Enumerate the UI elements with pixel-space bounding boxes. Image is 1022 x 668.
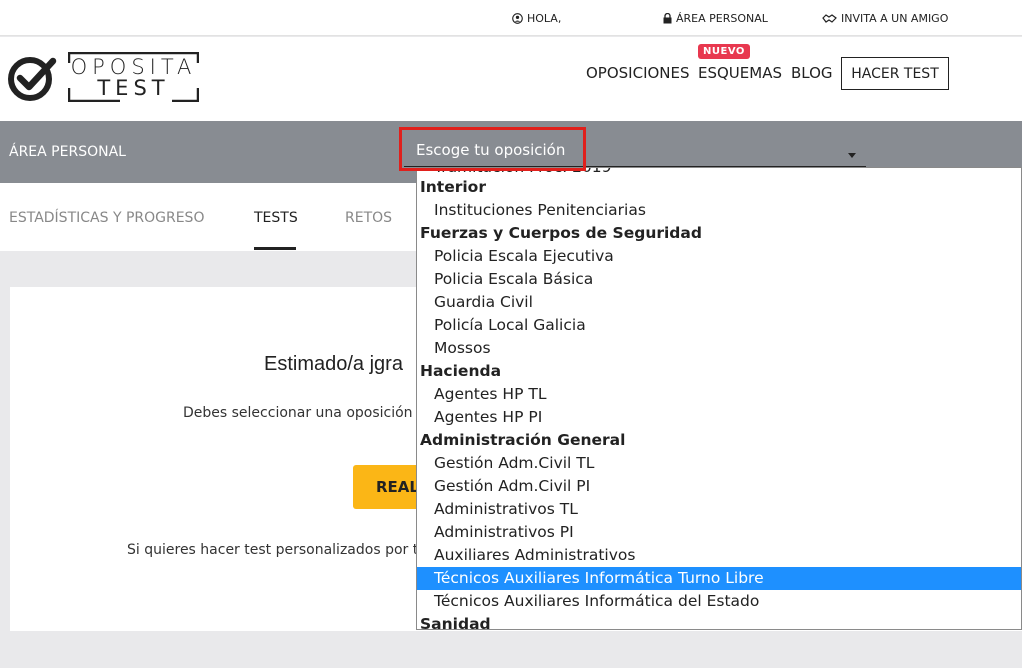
- nav-blog[interactable]: BLOG: [791, 64, 833, 82]
- dropdown-group: Hacienda: [420, 362, 502, 380]
- dropdown-option[interactable]: Instituciones Penitenciarias: [417, 199, 1021, 222]
- hola-label: HOLA,: [527, 12, 562, 25]
- dropdown-group: Interior: [420, 178, 486, 196]
- dropdown-group: Administración General: [420, 431, 626, 449]
- logo-wordmark[interactable]: OPOSITA TEST: [68, 52, 199, 102]
- logo-text-bottom: TEST: [97, 76, 170, 100]
- select-message: Debes seleccionar una oposición: [183, 405, 413, 421]
- dropdown-option[interactable]: Guardia Civil: [417, 291, 1021, 314]
- user-icon: [512, 13, 523, 24]
- hacer-test-button[interactable]: HACER TEST: [841, 57, 949, 90]
- dropdown-group: Fuerzas y Cuerpos de Seguridad: [420, 224, 702, 242]
- tab-estadisticas[interactable]: ESTADÍSTICAS Y PROGRESO: [9, 210, 204, 226]
- greeting-text: Estimado/a jgra: [264, 353, 403, 375]
- band-title: ÁREA PERSONAL: [9, 144, 126, 160]
- chevron-down-icon: [848, 153, 856, 158]
- dropdown-option[interactable]: Mossos: [417, 337, 1021, 360]
- area-personal-label: ÁREA PERSONAL: [676, 12, 768, 25]
- dropdown-option[interactable]: Administrativos PI: [417, 521, 1021, 544]
- nav-esquemas[interactable]: ESQUEMAS: [698, 64, 782, 82]
- top-utility-bar: HOLA, ÁREA PERSONAL INVITA A UN AMIGO: [0, 0, 1022, 36]
- dropdown-option[interactable]: Policia Escala Básica: [417, 268, 1021, 291]
- new-badge: NUEVO: [698, 44, 750, 59]
- select-label: Escoge tu oposición: [416, 141, 566, 159]
- oposicion-select[interactable]: Escoge tu oposición: [404, 129, 866, 167]
- dropdown-option[interactable]: Administrativos TL: [417, 498, 1021, 521]
- invita-label: INVITA A UN AMIGO: [841, 12, 949, 25]
- dropdown-option[interactable]: Agentes HP TL: [417, 383, 1021, 406]
- dropdown-option-selected[interactable]: Técnicos Auxiliares Informática Turno Li…: [417, 567, 1021, 590]
- dropdown-group: Sanidad: [420, 615, 491, 630]
- dropdown-option[interactable]: Auxiliares Administrativos: [417, 544, 1021, 567]
- checkmark-logo-icon[interactable]: [8, 53, 58, 103]
- active-tab-indicator: [254, 247, 296, 250]
- dropdown-option[interactable]: Técnicos Auxiliares Informática del Esta…: [417, 590, 1021, 613]
- dropdown-option[interactable]: Policia Escala Ejecutiva: [417, 245, 1021, 268]
- personalized-test-message: Si quieres hacer test personalizados por…: [127, 542, 419, 558]
- dropdown-option[interactable]: Agentes HP PI: [417, 406, 1021, 429]
- invita-link[interactable]: INVITA A UN AMIGO: [822, 12, 948, 25]
- lock-icon: [663, 13, 672, 24]
- dropdown-option[interactable]: Gestión Adm.Civil TL: [417, 452, 1021, 475]
- area-personal-link[interactable]: ÁREA PERSONAL: [663, 12, 768, 25]
- nav-oposiciones[interactable]: OPOSICIONES: [586, 64, 690, 82]
- oposicion-dropdown-list[interactable]: Tramitación Proc. 2019 Interior Instituc…: [416, 167, 1022, 630]
- handshake-icon: [822, 13, 837, 23]
- site-header: OPOSITA TEST OPOSICIONES NUEVO ESQUEMAS …: [0, 37, 1022, 121]
- hola-link[interactable]: HOLA,: [512, 12, 561, 25]
- dropdown-option[interactable]: Gestión Adm.Civil PI: [417, 475, 1021, 498]
- tab-retos[interactable]: RETOS: [345, 210, 392, 226]
- dropdown-option[interactable]: Policía Local Galicia: [417, 314, 1021, 337]
- tab-tests[interactable]: TESTS: [254, 210, 298, 226]
